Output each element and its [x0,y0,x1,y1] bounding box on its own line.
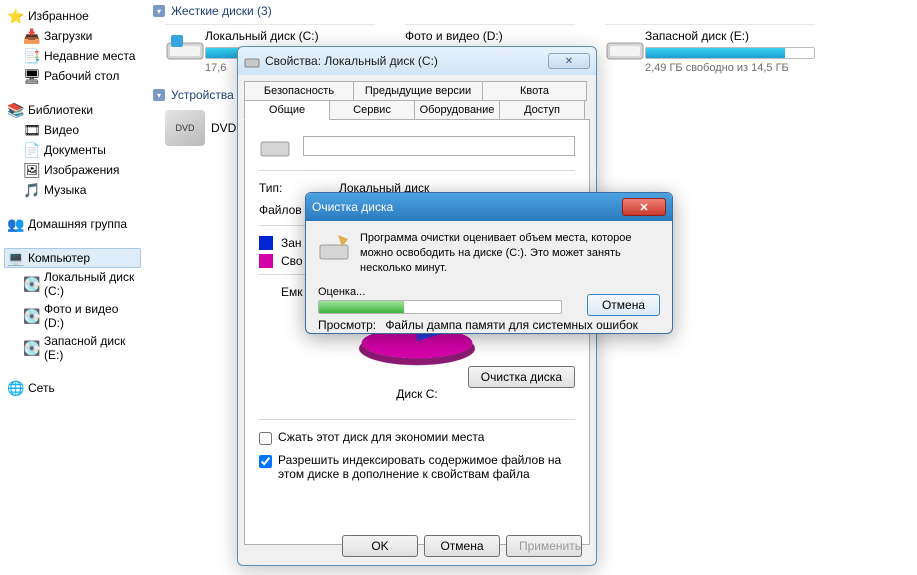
sidebar-recent[interactable]: 📑 Недавние места [20,46,141,66]
free-label: Сво [281,254,303,268]
drive-name: Фото и видео (D:) [405,29,575,43]
libraries-icon: 📚 [8,102,24,118]
sidebar-label: Домашняя группа [28,217,127,231]
hdd-icon [165,29,205,65]
hdd-icon: 💽 [24,276,40,292]
sidebar-computer[interactable]: 💻 Компьютер [4,248,141,268]
star-icon: ⭐ [8,8,24,24]
ok-button[interactable]: OK [342,535,418,557]
tab-sharing[interactable]: Доступ [499,100,585,120]
dialog-title: Свойства: Локальный диск (C:) [265,54,438,68]
view-value: Файлы дампа памяти для системных ошибок [385,318,638,332]
usage-bar [645,47,815,59]
compress-checkbox[interactable] [259,432,272,445]
disk-label: Диск C: [259,387,575,401]
used-color-swatch [259,236,273,250]
close-button[interactable]: ✕ [548,53,590,69]
dialog-title: Очистка диска [312,200,393,214]
tab-previous-versions[interactable]: Предыдущие версии [353,81,483,101]
sidebar-label: Избранное [28,9,89,23]
documents-icon: 📄 [24,142,40,158]
hdd-icon: 💽 [24,308,40,324]
sidebar-drive-e[interactable]: 💽Запасной диск (E:) [20,332,141,364]
cancel-button[interactable]: Отмена [587,294,660,316]
used-label: Зан [281,236,302,250]
progress-bar [318,300,562,314]
hdd-icon [605,29,645,65]
tab-quota[interactable]: Квота [482,81,587,101]
sidebar-label: Фото и видео (D:) [44,302,137,330]
disk-cleanup-dialog: Очистка диска ✕ Программа очистки оценив… [305,192,673,334]
drive-name: Запасной диск (E:) [645,29,815,43]
sidebar-downloads[interactable]: 📥 Загрузки [20,26,141,46]
downloads-icon: 📥 [24,28,40,44]
network-icon: 🌐 [8,380,24,396]
navigation-sidebar: ⭐ Избранное 📥 Загрузки 📑 Недавние места 🖥 Р… [0,0,145,575]
apply-button[interactable]: Применить [506,535,582,557]
capacity-label: Емк [281,285,303,299]
music-icon: 🎵 [24,182,40,198]
computer-icon: 💻 [8,250,24,266]
disk-cleanup-button[interactable]: Очистка диска [468,366,575,388]
sidebar-favorites[interactable]: ⭐ Избранное [4,6,141,26]
sidebar-label: Локальный диск (C:) [44,270,137,298]
tab-tools[interactable]: Сервис [329,100,415,120]
homegroup-icon: 👥 [8,216,24,232]
sidebar-drive-d[interactable]: 💽Фото и видео (D:) [20,300,141,332]
dvd-icon: DVD [165,110,205,146]
index-label: Разрешить индексировать содержимое файло… [278,453,575,481]
close-button[interactable]: ✕ [622,198,666,216]
compress-label: Сжать этот диск для экономии места [278,430,484,444]
sidebar-videos[interactable]: 🎞 Видео [20,120,141,140]
index-checkbox-row: Разрешить индексировать содержимое файло… [259,453,575,481]
sidebar-homegroup[interactable]: 👥 Домашняя группа [4,214,141,234]
desktop-icon: 🖥 [24,68,40,84]
dialog-titlebar[interactable]: Свойства: Локальный диск (C:) ✕ [238,47,596,75]
sidebar-documents[interactable]: 📄 Документы [20,140,141,160]
sidebar-desktop[interactable]: 🖥 Рабочий стол [20,66,141,86]
sidebar-drive-c[interactable]: 💽Локальный диск (C:) [20,268,141,300]
hdd-icon [259,130,291,162]
sidebar-label: Недавние места [44,49,135,63]
tab-general[interactable]: Общие [244,100,330,120]
sidebar-label: Документы [44,143,106,157]
sidebar-label: Сеть [28,381,55,395]
video-icon: 🎞 [24,122,40,138]
tab-security[interactable]: Безопасность [244,81,354,101]
cleanup-icon [318,231,350,263]
tab-hardware[interactable]: Оборудование [414,100,500,120]
dialog-titlebar[interactable]: Очистка диска ✕ [306,193,672,221]
dvd-label: DVD [211,121,236,135]
view-label: Просмотр: [318,318,376,332]
free-color-swatch [259,254,273,268]
cleanup-message: Программа очистки оценивает объем места,… [360,231,660,276]
index-checkbox[interactable] [259,455,272,468]
sidebar-pictures[interactable]: 🖼 Изображения [20,160,141,180]
drive-e[interactable]: Запасной диск (E:) 2,49 ГБ свободно из 1… [605,24,815,74]
sidebar-libraries[interactable]: 📚 Библиотеки [4,100,141,120]
dialog-footer: OK Отмена Применить [342,535,582,557]
category-hard-drives[interactable]: Жесткие диски (3) [153,4,909,18]
compress-checkbox-row: Сжать этот диск для экономии места [259,430,575,445]
drive-free-text: 2,49 ГБ свободно из 14,5 ГБ [645,62,815,74]
hdd-icon: 💽 [24,340,40,356]
sidebar-network[interactable]: 🌐 Сеть [4,378,141,398]
sidebar-label: Музыка [44,183,86,197]
sidebar-label: Изображения [44,163,119,177]
hdd-icon [244,53,260,69]
drive-name: Локальный диск (C:) [205,29,375,43]
sidebar-label: Компьютер [28,251,90,265]
sidebar-music[interactable]: 🎵 Музыка [20,180,141,200]
sidebar-label: Рабочий стол [44,69,119,83]
sidebar-label: Видео [44,123,79,137]
recent-icon: 📑 [24,48,40,64]
sidebar-label: Запасной диск (E:) [44,334,137,362]
volume-label-input[interactable] [303,136,575,156]
sidebar-label: Библиотеки [28,103,93,117]
pictures-icon: 🖼 [24,162,40,178]
sidebar-label: Загрузки [44,29,92,43]
cancel-button[interactable]: Отмена [424,535,500,557]
